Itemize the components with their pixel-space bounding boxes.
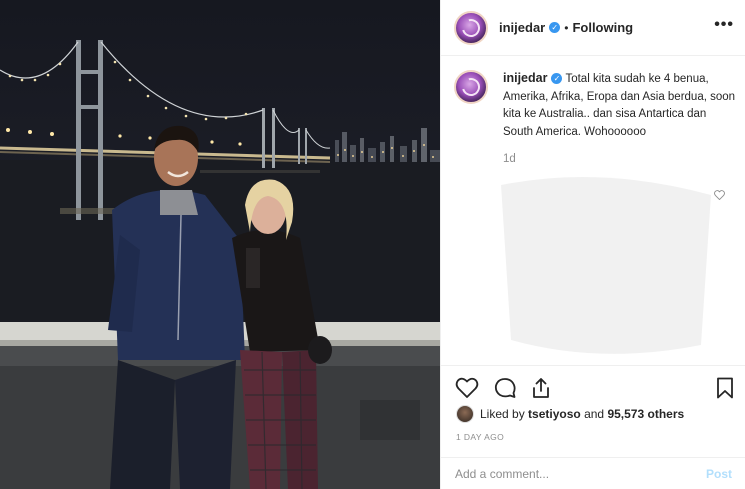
likes-count[interactable]: 95,573 others — [607, 407, 684, 421]
heart-outline-icon[interactable] — [455, 376, 479, 400]
caption: inijedar ✓ Total kita sudah ke 4 benua, A… — [454, 70, 739, 169]
instagram-post: inijedar ✓ • Following ••• inijedar ✓ Tot… — [0, 0, 745, 489]
comment-input[interactable] — [455, 466, 706, 481]
likes-summary: Liked by tsetiyoso and 95,573 others — [456, 405, 684, 423]
post-panel: inijedar ✓ • Following ••• inijedar ✓ Tot… — [440, 0, 745, 489]
likes-prefix: Liked by — [480, 407, 525, 421]
comment-bubble-icon[interactable] — [493, 376, 517, 400]
share-icon[interactable] — [529, 376, 553, 400]
header-username[interactable]: inijedar — [499, 20, 545, 35]
caption-age[interactable]: 1d — [503, 151, 738, 169]
verified-badge-icon: ✓ — [549, 22, 561, 33]
following-button[interactable]: Following — [572, 20, 633, 35]
caption-username[interactable]: inijedar — [503, 71, 547, 85]
faded-background-graphic — [501, 177, 711, 354]
post-header: inijedar ✓ • Following ••• — [441, 0, 745, 56]
comment-bar: Post — [441, 457, 745, 489]
more-options-icon[interactable]: ••• — [714, 16, 734, 34]
post-timestamp[interactable]: 1 DAY AGO — [456, 432, 504, 442]
header-avatar[interactable] — [454, 10, 488, 45]
photo-scene — [0, 40, 440, 489]
liker-username[interactable]: tsetiyoso — [528, 407, 581, 421]
caption-avatar[interactable] — [454, 70, 488, 104]
action-bar — [441, 365, 745, 409]
verified-badge-icon: ✓ — [551, 73, 563, 85]
header-separator: • — [564, 20, 569, 35]
liker-avatar[interactable] — [456, 405, 474, 423]
bookmark-icon[interactable] — [713, 376, 737, 400]
post-comment-button[interactable]: Post — [706, 467, 732, 481]
post-photo[interactable] — [0, 0, 440, 489]
caption-body: inijedar ✓ Total kita sudah ke 4 benua, A… — [503, 70, 738, 169]
likes-middle: and — [584, 407, 605, 421]
caption-like-heart-icon[interactable] — [714, 190, 725, 203]
